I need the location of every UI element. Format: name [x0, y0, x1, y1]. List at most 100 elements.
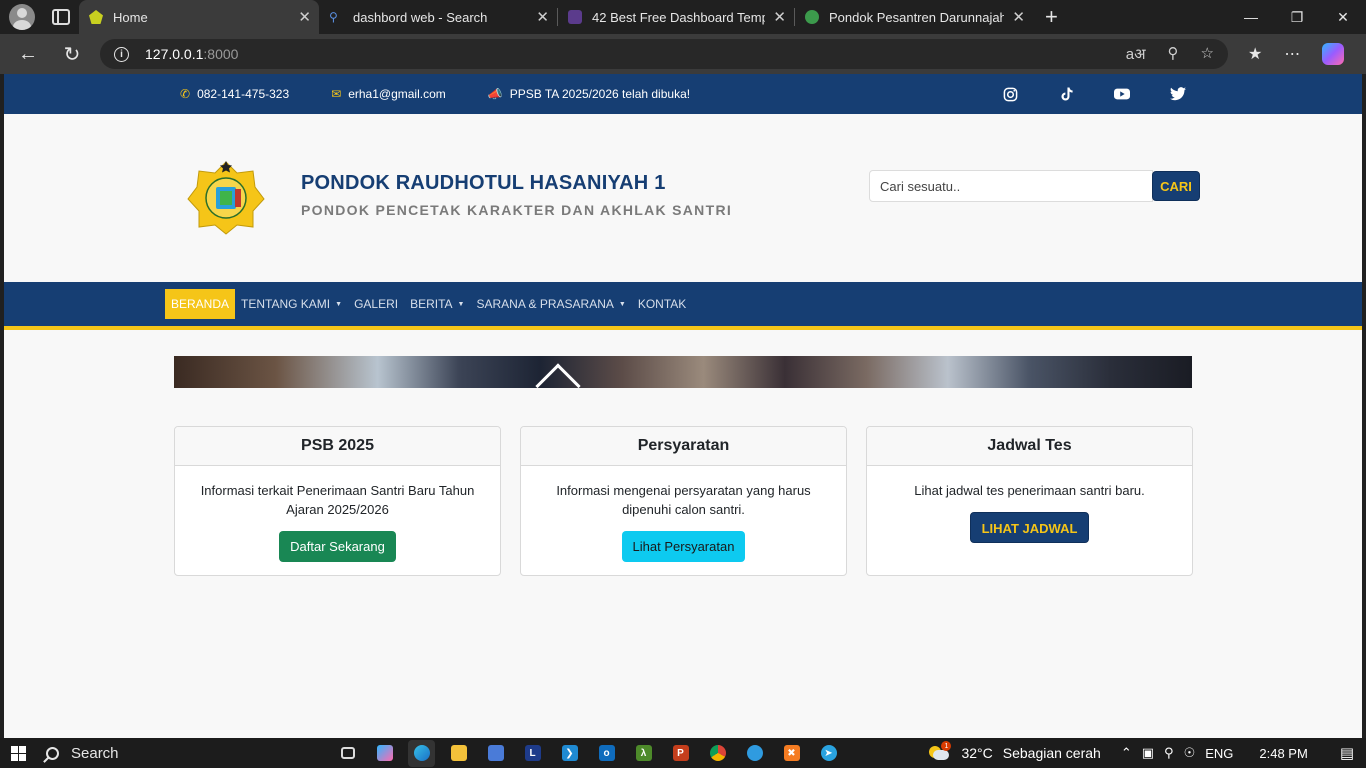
nav-kontak[interactable]: KONTAK [632, 289, 692, 319]
banner-graphic [535, 363, 581, 388]
search-input[interactable] [869, 170, 1153, 202]
camera-icon[interactable]: ▣ [1142, 745, 1154, 761]
site-search: CARI [869, 170, 1200, 202]
main-navbar: BERANDA TENTANG KAMI ▼ GALERI BERITA ▼ SAR… [4, 282, 1362, 330]
weather-icon[interactable]: 1 [929, 741, 952, 762]
card-title: PSB 2025 [175, 427, 500, 466]
lihat-persyaratan-button[interactable]: Lihat Persyaratan [621, 531, 746, 562]
favorites-icon[interactable]: ★ [1248, 44, 1262, 64]
nav-label: TENTANG KAMI [241, 297, 331, 311]
nav-sarana-prasarana[interactable]: SARANA & PRASARANA ▼ [470, 289, 631, 319]
taskbar-search[interactable]: Search [36, 738, 236, 768]
windows-logo-icon [10, 745, 26, 761]
address-bar-actions: aअ ⚲ ☆ [1126, 44, 1214, 64]
browser-toolbar: ← ↻ i 127.0.0.1:8000 aअ ⚲ ☆ ★ ⋯ [0, 34, 1366, 74]
outlook-icon[interactable]: o [593, 740, 620, 767]
copilot-icon[interactable] [1322, 43, 1345, 65]
card-text: Lihat jadwal tes penerimaan santri baru. [914, 483, 1145, 498]
pondok-logo-icon[interactable] [187, 159, 265, 235]
tab-strip: Home ✕ ⚲ dashbord web - Search ✕ 42 Best… [79, 0, 1033, 34]
phone-contact: ✆ 082-141-475-323 [180, 87, 289, 101]
web-page: ✆ 082-141-475-323 ✉ erha1@gmail.com 📣 PP… [4, 74, 1362, 738]
edge-icon[interactable] [408, 739, 435, 767]
copilot-app-icon[interactable] [371, 740, 398, 767]
address-bar[interactable]: i 127.0.0.1:8000 aअ ⚲ ☆ [100, 39, 1228, 69]
powerpoint-icon[interactable]: P [667, 740, 694, 767]
close-icon[interactable]: ✕ [773, 8, 786, 26]
windows-taskbar: Search L ❯ o λ P ✖ ➤ 1 32°C Sebagian cer… [0, 738, 1366, 768]
tab-home[interactable]: Home ✕ [79, 0, 319, 34]
lihat-jadwal-button[interactable]: LIHAT JADWAL [969, 512, 1090, 543]
site-title: PONDOK RAUDHOTUL HASANIYAH 1 [301, 172, 666, 194]
start-button[interactable] [0, 738, 36, 768]
tab-actions-icon[interactable] [52, 9, 70, 25]
nav-beranda[interactable]: BERANDA [165, 289, 236, 319]
tab-darunnajah[interactable]: Pondok Pesantren Darunnajah | Se ✕ [795, 0, 1033, 34]
email-address: erha1@gmail.com [348, 87, 446, 101]
email-contact: ✉ erha1@gmail.com [331, 87, 446, 101]
taskbar-search-label: Search [71, 744, 119, 762]
zoom-icon[interactable]: ⚲ [1168, 44, 1179, 64]
close-window-icon[interactable]: ✕ [1320, 0, 1366, 34]
caret-down-icon: ▼ [618, 300, 626, 308]
weather-temp: 32°C [961, 745, 993, 761]
favorite-star-icon[interactable]: ☆ [1201, 44, 1214, 64]
chrome-icon[interactable] [704, 740, 731, 767]
clock[interactable]: 2:48 PM [1259, 746, 1307, 761]
lambda-app-icon[interactable]: λ [630, 740, 657, 767]
nav-tentang-kami[interactable]: TENTANG KAMI ▼ [235, 289, 348, 319]
caret-down-icon: ▼ [335, 300, 343, 308]
close-icon[interactable]: ✕ [536, 8, 549, 26]
search-button[interactable]: CARI [1152, 171, 1200, 201]
caret-down-icon: ▼ [457, 300, 465, 308]
system-tray: 1 32°C Sebagian cerah ⌃ ▣ ⚲ ☉ ENG 2:48 P… [929, 741, 1354, 762]
telegram-icon[interactable]: ➤ [815, 740, 842, 767]
language-indicator[interactable]: ENG [1205, 746, 1233, 761]
app-icon[interactable] [741, 740, 768, 767]
tab-colorlib[interactable]: 42 Best Free Dashboard Template ✕ [558, 0, 794, 34]
refresh-icon[interactable]: ↻ [56, 38, 88, 70]
profile-avatar[interactable] [9, 4, 35, 30]
nav-label: GALERI [354, 297, 399, 311]
site-info-icon[interactable]: i [114, 46, 129, 62]
twitter-icon[interactable] [1170, 86, 1186, 102]
tab-search[interactable]: ⚲ dashbord web - Search ✕ [319, 0, 557, 34]
daftar-sekarang-button[interactable]: Daftar Sekarang [279, 531, 396, 562]
url-host: 127.0.0.1 [145, 46, 204, 62]
site-header: PONDOK RAUDHOTUL HASANIYAH 1 PONDOK PENC… [4, 114, 1362, 282]
file-explorer-icon[interactable] [445, 740, 472, 767]
card-body: Informasi mengenai persyaratan yang haru… [521, 466, 846, 575]
youtube-icon[interactable] [1114, 86, 1130, 102]
restore-icon[interactable]: ❐ [1274, 0, 1320, 34]
card-body: Lihat jadwal tes penerimaan santri baru.… [867, 466, 1192, 556]
notification-icon[interactable]: ▤ [1340, 744, 1354, 762]
colorlib-icon [568, 10, 582, 24]
announcement-text: PPSB TA 2025/2026 telah dibuka! [509, 87, 691, 101]
tiktok-icon[interactable] [1058, 86, 1074, 102]
minimize-icon[interactable]: — [1228, 0, 1274, 34]
phone-number: 082-141-475-323 [197, 87, 290, 101]
instagram-icon[interactable] [1002, 86, 1018, 102]
card-persyaratan: Persyaratan Informasi mengenai persyarat… [520, 426, 847, 576]
nav-berita[interactable]: BERITA ▼ [404, 289, 470, 319]
more-icon[interactable]: ⋯ [1284, 44, 1300, 64]
network-icon[interactable]: ⚲ [1164, 745, 1174, 761]
back-arrow-icon[interactable]: ← [12, 38, 44, 70]
store-icon[interactable] [482, 740, 509, 767]
card-psb: PSB 2025 Informasi terkait Penerimaan Sa… [174, 426, 501, 576]
nav-label: SARANA & PRASARANA [476, 297, 614, 311]
laragon-icon[interactable]: L [519, 740, 546, 767]
card-body: Informasi terkait Penerimaan Santri Baru… [175, 466, 500, 575]
toolbar-right: ★ ⋯ [1248, 43, 1345, 65]
new-tab-icon[interactable]: + [1045, 4, 1058, 30]
nav-galeri[interactable]: GALERI [348, 289, 404, 319]
task-view-icon[interactable] [334, 740, 361, 767]
globe-icon[interactable]: ☉ [1184, 745, 1196, 761]
xampp-icon[interactable]: ✖ [778, 740, 805, 767]
nav-label: BERITA [410, 297, 453, 311]
vscode-icon[interactable]: ❯ [556, 740, 583, 767]
read-aloud-icon[interactable]: aअ [1126, 44, 1146, 64]
chevron-up-icon[interactable]: ⌃ [1121, 745, 1132, 761]
close-icon[interactable]: ✕ [298, 8, 311, 26]
close-icon[interactable]: ✕ [1012, 8, 1025, 26]
